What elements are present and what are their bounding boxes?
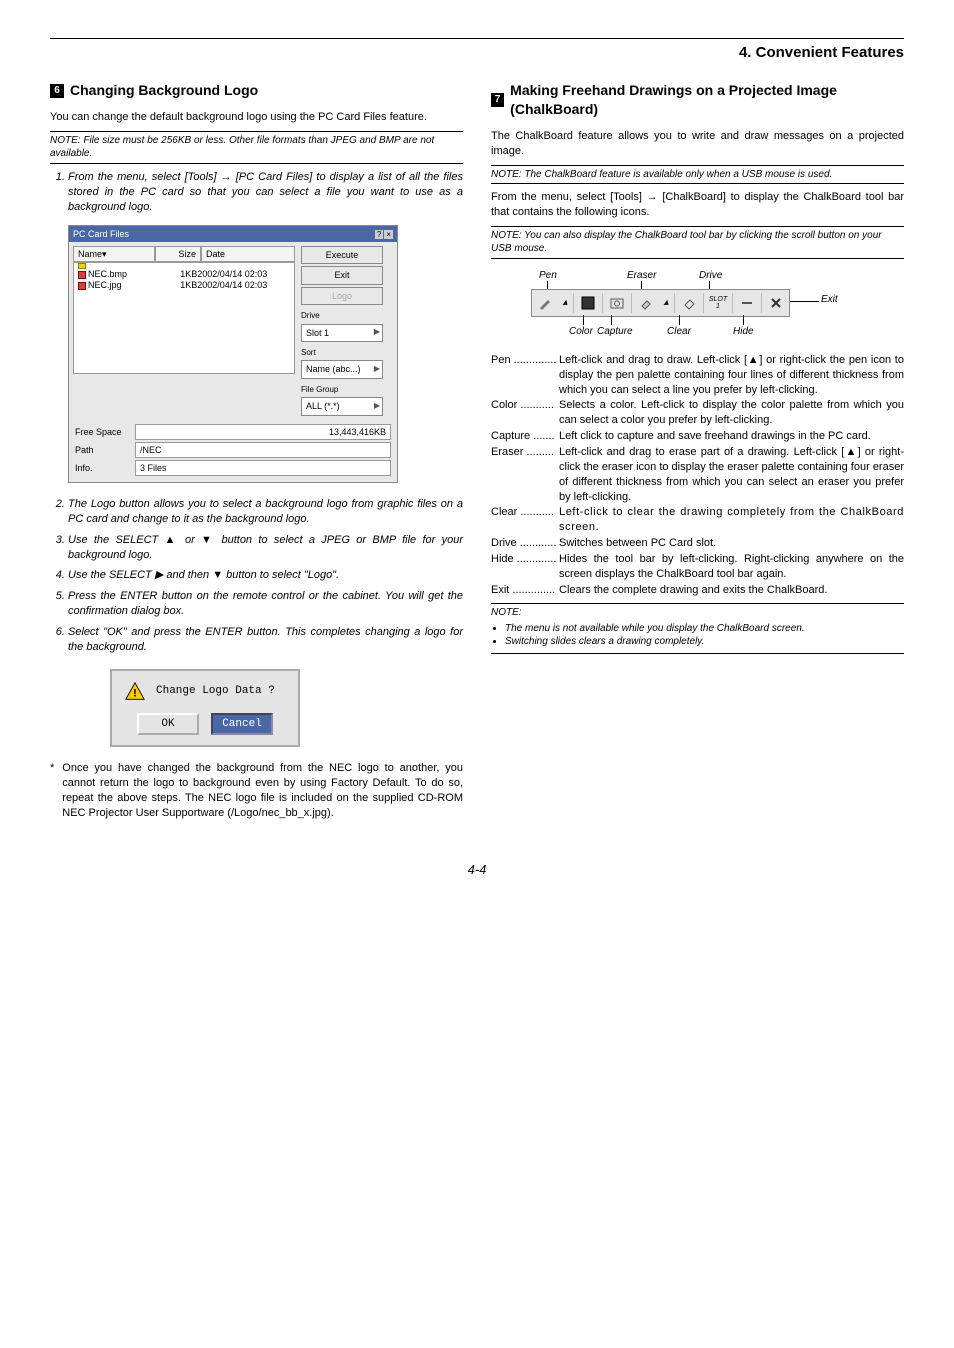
info-label: Info. bbox=[75, 462, 135, 474]
file-icon bbox=[78, 271, 86, 279]
info-value: 3 Files bbox=[135, 460, 391, 476]
note-head: NOTE: bbox=[491, 606, 904, 620]
dropdown-icon[interactable]: ▶ bbox=[374, 327, 382, 338]
path-value: /NEC bbox=[135, 442, 391, 458]
close-icon[interactable]: × bbox=[384, 230, 393, 239]
eraser-menu-icon[interactable]: ▴ bbox=[659, 290, 673, 316]
col-date[interactable]: Date bbox=[201, 246, 295, 262]
pen-menu-icon[interactable]: ▴ bbox=[558, 290, 572, 316]
window-buttons: ?× bbox=[374, 228, 393, 241]
dropdown-icon[interactable]: ▶ bbox=[374, 401, 382, 412]
label-drive: Drive bbox=[699, 269, 722, 283]
step-4: Use the SELECT ▶ and then ▼ button to se… bbox=[68, 568, 463, 583]
section-7-heading: 7 Making Freehand Drawings on a Projecte… bbox=[491, 81, 904, 119]
drive-label: Drive bbox=[301, 311, 393, 322]
definitions: Pen ..............Left-click and drag to… bbox=[491, 353, 904, 598]
file-list[interactable]: NEC.bmp 1KB 2002/04/14 02:03 NEC.jpg 1KB… bbox=[73, 262, 295, 374]
note-scroll: NOTE: You can also display the ChalkBoar… bbox=[491, 226, 904, 259]
section-6-title: Changing Background Logo bbox=[70, 81, 258, 100]
label-color: Color bbox=[569, 325, 593, 339]
label-clear: Clear bbox=[667, 325, 691, 339]
steps-list-cont: The Logo button allows you to select a b… bbox=[50, 497, 463, 655]
step-2: The Logo button allows you to select a b… bbox=[68, 497, 463, 527]
note-item: The menu is not available while you disp… bbox=[505, 622, 904, 636]
eraser-icon[interactable] bbox=[633, 290, 659, 316]
drive-field[interactable]: Slot 1▶ bbox=[301, 324, 383, 342]
label-exit: Exit bbox=[821, 293, 838, 307]
svg-text:!: ! bbox=[133, 687, 137, 699]
sort-field[interactable]: Name (abc...)▶ bbox=[301, 360, 383, 378]
section-number-box: 7 bbox=[491, 93, 504, 107]
pc-card-files-window: PC Card Files ?× Name▾ Size Date NEC.bmp… bbox=[68, 225, 398, 483]
freespace-label: Free Space bbox=[75, 426, 135, 438]
step-1: From the menu, select [Tools] → [PC Card… bbox=[68, 170, 463, 215]
top-rule bbox=[50, 38, 904, 39]
section-7-intro: The ChalkBoard feature allows you to wri… bbox=[491, 129, 904, 159]
pen-icon[interactable] bbox=[532, 290, 558, 316]
ok-button[interactable]: OK bbox=[137, 713, 199, 736]
steps-list: From the menu, select [Tools] → [PC Card… bbox=[50, 170, 463, 215]
section-6-intro: You can change the default background lo… bbox=[50, 110, 463, 125]
chalkboard-figure: Pen Eraser Drive Exit ▴ bbox=[531, 275, 904, 333]
dropdown-icon[interactable]: ▶ bbox=[374, 364, 382, 375]
filegroup-label: File Group bbox=[301, 385, 393, 396]
drive-icon[interactable]: SLOT 1 bbox=[705, 290, 731, 316]
cancel-button[interactable]: Cancel bbox=[211, 713, 273, 736]
step-6: Select "OK" and press the ENTER button. … bbox=[68, 625, 463, 655]
capture-icon[interactable] bbox=[604, 290, 630, 316]
step-3: Use the SELECT ▲ or ▼ button to select a… bbox=[68, 533, 463, 563]
filegroup-field[interactable]: ALL (*.*)▶ bbox=[301, 397, 383, 415]
section-number-box: 6 bbox=[50, 84, 64, 98]
chapter-header: 4. Convenient Features bbox=[50, 43, 904, 63]
left-column: 6 Changing Background Logo You can chang… bbox=[50, 73, 463, 821]
confirm-dialog: ! Change Logo Data ? OK Cancel bbox=[110, 669, 300, 748]
file-row[interactable]: NEC.jpg 1KB 2002/04/14 02:03 bbox=[74, 280, 294, 291]
note-list: NOTE: The menu is not available while yo… bbox=[491, 603, 904, 654]
warning-icon: ! bbox=[124, 681, 146, 703]
page-number: 4-4 bbox=[50, 861, 904, 879]
execute-button[interactable]: Execute bbox=[301, 246, 383, 264]
chalkboard-toolbar: ▴ ▴ SLOT 1 bbox=[531, 289, 790, 317]
exit-icon[interactable] bbox=[763, 290, 789, 316]
clear-icon[interactable] bbox=[676, 290, 702, 316]
hide-icon[interactable] bbox=[734, 290, 760, 316]
exit-button[interactable]: Exit bbox=[301, 266, 383, 284]
label-hide: Hide bbox=[733, 325, 754, 339]
logo-button[interactable]: Logo bbox=[301, 287, 383, 305]
label-capture: Capture bbox=[597, 325, 633, 339]
note-filesize: NOTE: File size must be 256KB or less. O… bbox=[50, 131, 463, 164]
note-usb: NOTE: The ChalkBoard feature is availabl… bbox=[491, 165, 904, 185]
note-item: Switching slides clears a drawing comple… bbox=[505, 635, 904, 649]
section-6-heading: 6 Changing Background Logo bbox=[50, 81, 463, 100]
window-titlebar: PC Card Files ?× bbox=[69, 226, 397, 243]
color-icon[interactable] bbox=[575, 290, 601, 316]
step-5: Press the ENTER button on the remote con… bbox=[68, 589, 463, 619]
path-label: Path bbox=[75, 444, 135, 456]
file-icon bbox=[78, 282, 86, 290]
file-row[interactable]: NEC.bmp 1KB 2002/04/14 02:03 bbox=[74, 269, 294, 280]
window-title: PC Card Files bbox=[73, 228, 129, 241]
sort-label: Sort bbox=[301, 348, 393, 359]
col-name[interactable]: Name▾ bbox=[73, 246, 155, 262]
freespace-value: 13,443,416KB bbox=[135, 424, 391, 440]
section-7-title: Making Freehand Drawings on a Projected … bbox=[510, 81, 904, 119]
help-icon[interactable]: ? bbox=[375, 230, 383, 239]
section-7-mid: From the menu, select [Tools] → [ChalkBo… bbox=[491, 190, 904, 220]
col-size[interactable]: Size bbox=[155, 246, 201, 262]
dialog-message: Change Logo Data ? bbox=[156, 684, 275, 699]
right-column: 7 Making Freehand Drawings on a Projecte… bbox=[491, 73, 904, 821]
asterisk-note: * Once you have changed the background f… bbox=[50, 761, 463, 820]
